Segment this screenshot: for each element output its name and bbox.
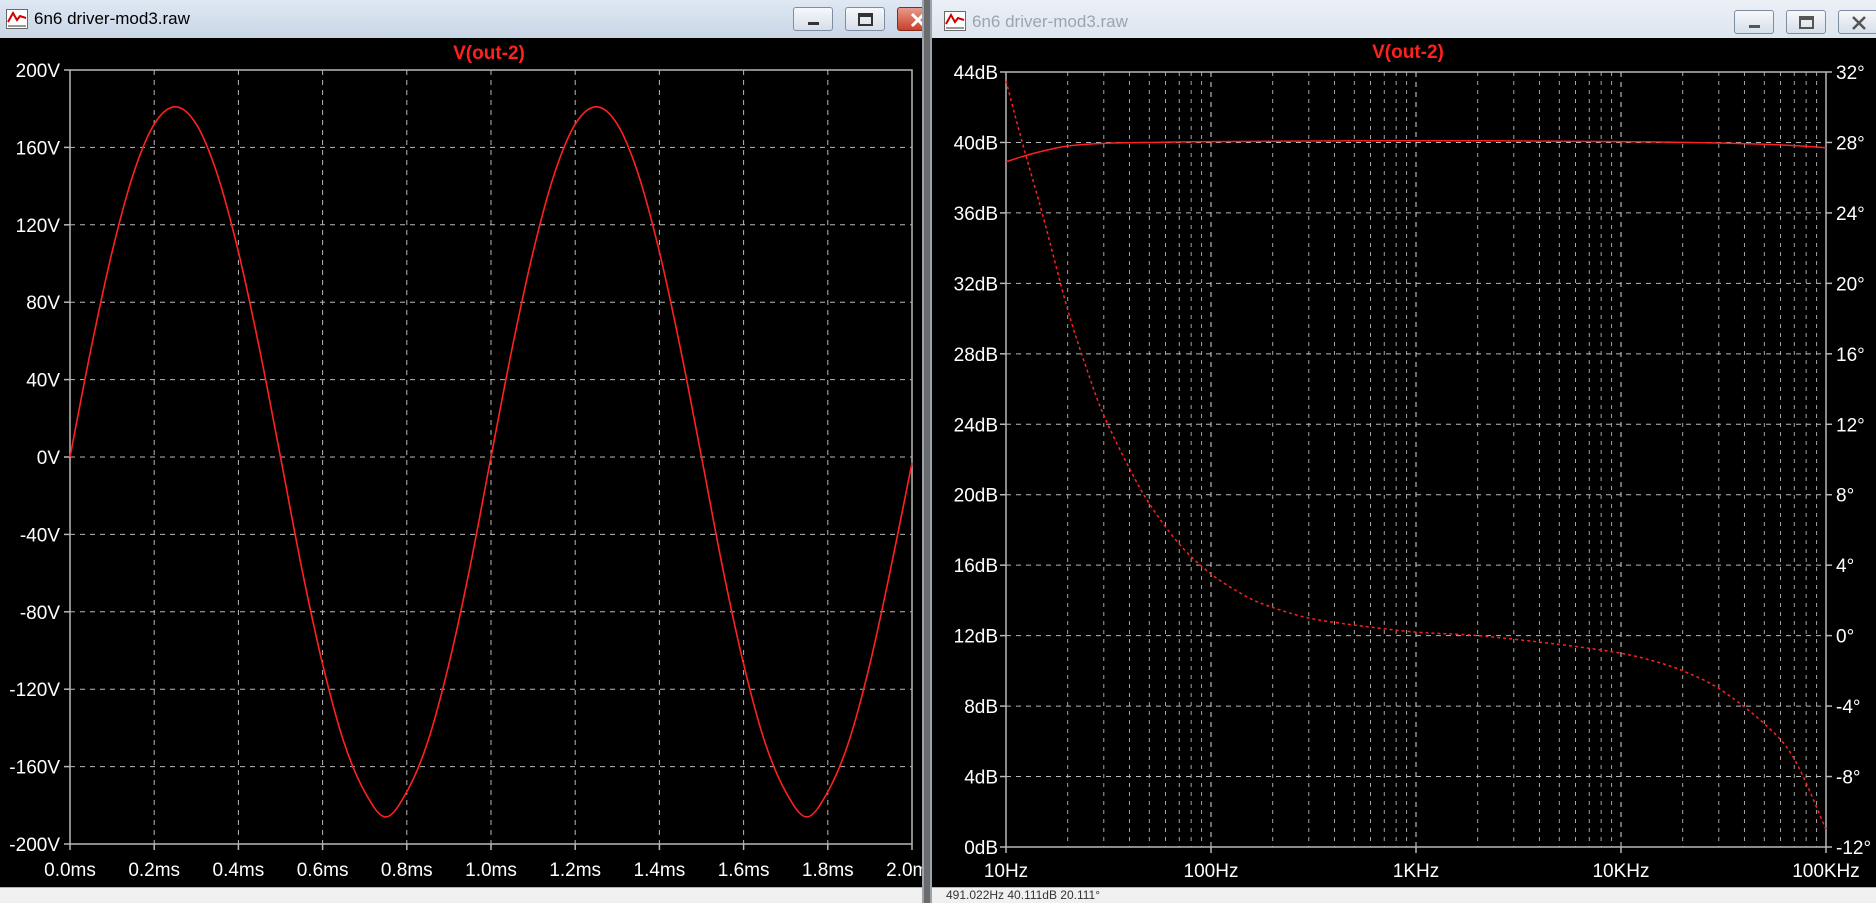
minimize-icon [808,22,819,25]
window-title: 6n6 driver-mod3.raw [34,9,190,28]
waveform-icon [944,11,966,31]
x-tick-label: 0.6ms [297,860,349,881]
y2-tick-label: -4° [1836,697,1861,718]
y2-tick-label: 32° [1836,63,1865,84]
cursor-readout: 491.022Hz 40.111dB 20.111° [946,888,1101,902]
minimize-icon [1749,25,1760,28]
y-tick-label: -80V [20,603,60,624]
maximize-button[interactable] [845,7,885,31]
close-icon [1852,16,1866,30]
waveform-icon [6,9,28,29]
maximize-button[interactable] [1786,10,1826,34]
x-tick-label: 0.0ms [44,860,96,881]
y-tick-label: 36dB [954,204,998,225]
y2-tick-label: 4° [1836,556,1854,577]
transient-plot-pane[interactable]: 0.0ms 0.2ms 0.4ms 0.6ms 0.8ms 1.0ms 1.2ms 1.4ms… [0,38,922,888]
y-tick-label: 12dB [954,627,998,648]
y-tick-label: 160V [16,138,61,159]
y-tick-label: 40dB [954,133,998,154]
maximize-icon [858,13,873,26]
minimize-button[interactable] [793,7,833,31]
y2-tick-label: 20° [1836,274,1865,295]
x-tick-label: 1.6ms [718,860,770,881]
y-tick-label: 120V [16,216,61,237]
bode-chart: 10Hz 100Hz 1KHz 10KHz 100KHz 44dB 40dB 36dB 32dB… [954,42,1871,882]
y2-tick-label: -8° [1836,768,1861,789]
y-tick-label: 28dB [954,345,998,366]
x-tick-label: 1KHz [1393,861,1439,882]
x-tick-label: 100Hz [1184,861,1239,882]
x-tick-label: 10Hz [984,861,1028,882]
trace-title: V(out-2) [453,43,525,64]
title-bar[interactable]: 6n6 driver-mod3.raw [932,0,1876,38]
close-button[interactable] [897,7,922,31]
y2-tick-label: 12° [1836,415,1865,436]
y-tick-label: 0dB [964,838,998,859]
title-bar[interactable]: 6n6 driver-mod3.raw [0,0,922,38]
ac-analysis-window[interactable]: 6n6 driver-mod3.raw 10Hz 100Hz 1KHz 10KHz 10… [930,0,1876,903]
y-tick-label: 0V [37,448,61,469]
y-tick-label: 80V [26,293,60,314]
x-tick-label: 2.0ms [886,860,922,881]
y-tick-label: 24dB [954,415,998,436]
y-tick-label: 20dB [954,486,998,507]
x-tick-label: 10KHz [1592,861,1649,882]
x-tick-label: 1.0ms [465,860,517,881]
y2-tick-label: 16° [1836,345,1865,366]
maximize-icon [1799,16,1814,29]
x-tick-label: 1.4ms [634,860,686,881]
transient-waveform-window[interactable]: 6n6 driver-mod3.raw 0.0ms 0.2ms 0.4ms 0.6ms… [0,0,924,903]
ac-plot-pane[interactable]: 10Hz 100Hz 1KHz 10KHz 100KHz 44dB 40dB 36dB 32dB… [932,38,1876,888]
y-tick-label: 200V [16,61,61,82]
status-bar: 491.022Hz 40.111dB 20.111° [932,887,1876,903]
y2-tick-label: 8° [1836,486,1854,507]
x-tick-label: 100KHz [1792,861,1860,882]
y-tick-label: 16dB [954,556,998,577]
y2-tick-label: 0° [1836,627,1854,648]
y2-tick-label: -12° [1836,838,1871,859]
transient-chart: 0.0ms 0.2ms 0.4ms 0.6ms 0.8ms 1.0ms 1.2ms 1.4ms… [9,43,922,881]
y2-tick-label: 24° [1836,204,1865,225]
minimize-button[interactable] [1734,10,1774,34]
y-tick-label: 44dB [954,63,998,84]
y-tick-label: -120V [9,680,60,701]
x-tick-label: 1.2ms [549,860,601,881]
x-tick-label: 0.2ms [128,860,180,881]
x-tick-label: 0.4ms [213,860,265,881]
y-tick-label: 40V [26,371,60,392]
y2-tick-label: 28° [1836,133,1865,154]
status-bar [0,887,922,903]
y-tick-label: 4dB [964,768,998,789]
y-tick-label: 8dB [964,697,998,718]
y-tick-label: 32dB [954,274,998,295]
y-tick-label: -40V [20,525,60,546]
x-tick-label: 0.8ms [381,860,433,881]
y-tick-label: -200V [9,835,60,856]
close-icon [910,12,922,28]
y-tick-label: -160V [9,758,60,779]
trace-title: V(out-2) [1372,42,1444,63]
close-button[interactable] [1838,10,1876,34]
window-title: 6n6 driver-mod3.raw [972,12,1128,31]
x-tick-label: 1.8ms [802,860,854,881]
